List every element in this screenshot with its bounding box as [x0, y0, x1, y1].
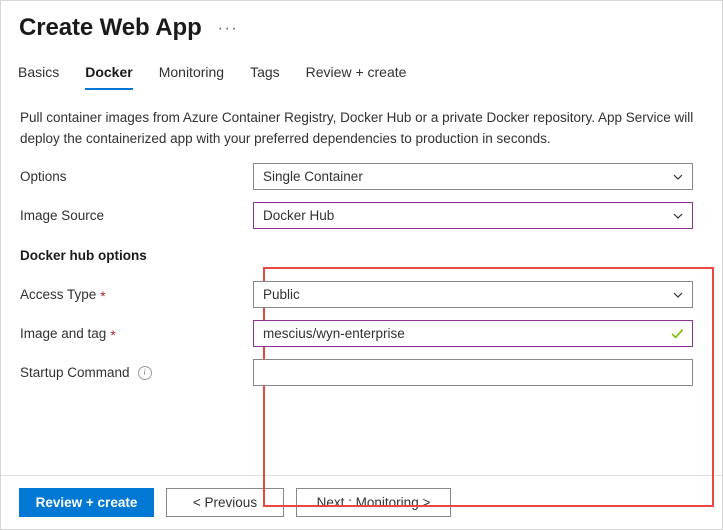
- form-row-options: Options Single Container: [1, 157, 722, 196]
- previous-button[interactable]: < Previous: [166, 488, 284, 517]
- access-type-dropdown[interactable]: Public: [253, 281, 693, 308]
- info-icon[interactable]: i: [137, 365, 152, 380]
- access-type-label: Access Type *: [1, 286, 253, 304]
- options-value: Single Container: [263, 169, 363, 184]
- docker-hub-options-heading: Docker hub options: [20, 248, 147, 263]
- form-row-startup-command: Startup Command i: [1, 353, 722, 392]
- image-source-value: Docker Hub: [263, 208, 335, 223]
- form-row-image-source: Image Source Docker Hub: [1, 196, 722, 235]
- chevron-down-icon: [673, 172, 683, 182]
- page-title: Create Web App: [19, 14, 202, 41]
- chevron-down-icon: [673, 290, 683, 300]
- image-source-label-text: Image Source: [20, 207, 105, 223]
- image-and-tag-value: mescius/wyn-enterprise: [263, 326, 405, 341]
- form-spacer-2: [1, 265, 722, 275]
- tab-monitoring[interactable]: Monitoring: [146, 63, 237, 90]
- tab-tags[interactable]: Tags: [237, 63, 293, 90]
- form-row-access-type: Access Type * Public: [1, 275, 722, 314]
- tab-bar: Basics Docker Monitoring Tags Review + c…: [1, 63, 722, 97]
- description-text: Pull container images from Azure Contain…: [20, 110, 694, 146]
- tab-basics[interactable]: Basics: [18, 63, 72, 90]
- review-create-button[interactable]: Review + create: [19, 488, 154, 517]
- tab-docker[interactable]: Docker: [72, 63, 145, 90]
- image-and-tag-label-text: Image and tag: [20, 325, 107, 341]
- tab-review-create[interactable]: Review + create: [293, 63, 420, 90]
- options-label: Options: [1, 168, 253, 186]
- tab-content-docker: Pull container images from Azure Contain…: [1, 97, 722, 507]
- blade-header: Create Web App ···: [1, 1, 722, 63]
- startup-command-label: Startup Command i: [1, 364, 253, 382]
- access-type-value: Public: [263, 287, 300, 302]
- blade-footer: Review + create < Previous Next : Monito…: [1, 475, 722, 529]
- docker-form: Options Single Container Image Source Do…: [1, 157, 722, 392]
- checkmark-icon: [671, 327, 684, 340]
- more-options-icon[interactable]: ···: [218, 21, 238, 37]
- next-monitoring-button[interactable]: Next : Monitoring >: [296, 488, 451, 517]
- startup-command-input[interactable]: [253, 359, 693, 386]
- image-source-dropdown[interactable]: Docker Hub: [253, 202, 693, 229]
- chevron-down-icon: [673, 211, 683, 221]
- required-asterisk: *: [110, 326, 116, 343]
- startup-command-label-text: Startup Command: [20, 364, 130, 380]
- options-dropdown[interactable]: Single Container: [253, 163, 693, 190]
- create-web-app-blade: Create Web App ··· Basics Docker Monitor…: [0, 0, 723, 530]
- image-source-label: Image Source: [1, 207, 253, 225]
- required-asterisk: *: [100, 287, 106, 304]
- image-and-tag-input[interactable]: mescius/wyn-enterprise: [253, 320, 693, 347]
- access-type-label-text: Access Type: [20, 286, 97, 302]
- options-label-text: Options: [20, 168, 67, 184]
- image-and-tag-label: Image and tag *: [1, 325, 253, 343]
- form-row-image-and-tag: Image and tag * mescius/wyn-enterprise: [1, 314, 722, 353]
- form-spacer: [1, 235, 722, 247]
